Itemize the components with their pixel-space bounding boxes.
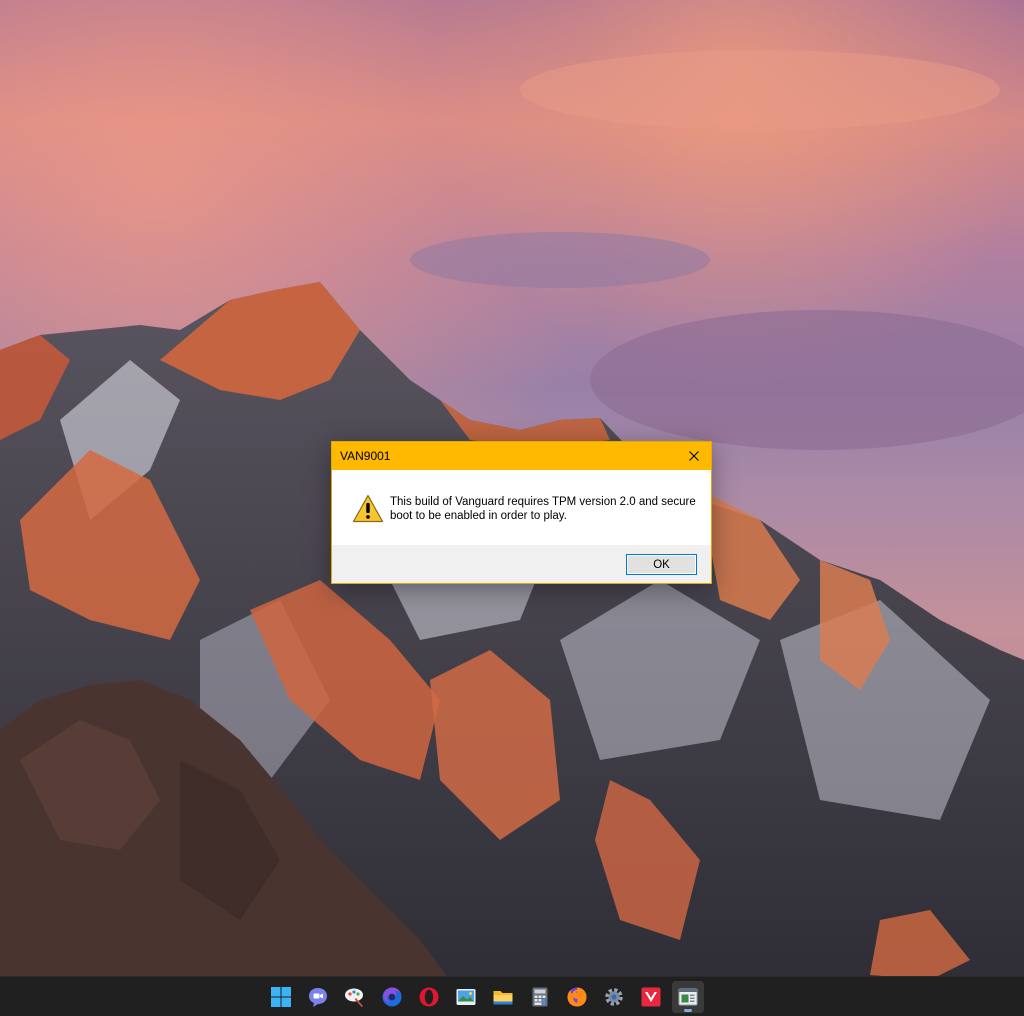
taskbar-paint[interactable]: [339, 981, 371, 1013]
close-icon: [689, 451, 699, 461]
settings-icon: [605, 988, 623, 1006]
taskbar-active-app[interactable]: [672, 981, 704, 1013]
taskbar-photo-viewer[interactable]: [450, 981, 482, 1013]
taskbar-file-explorer[interactable]: [487, 981, 519, 1013]
warning-icon: [352, 494, 384, 523]
dialog-title: VAN9001: [340, 449, 391, 463]
start-button[interactable]: [265, 981, 297, 1013]
taskbar-opera[interactable]: [413, 981, 445, 1013]
dialog-message: This build of Vanguard requires TPM vers…: [390, 496, 696, 522]
taskbar-firefox[interactable]: [561, 981, 593, 1013]
start-icon: [271, 987, 291, 1007]
ok-button[interactable]: OK: [626, 554, 697, 575]
taskbar-pinned-apps: [265, 981, 704, 1013]
opera-icon: [419, 987, 439, 1007]
file-explorer-icon: [493, 991, 513, 1005]
taskbar-calculator[interactable]: [524, 981, 556, 1013]
dialog-body: This build of Vanguard requires TPM vers…: [332, 470, 711, 545]
firefox-icon: [567, 987, 587, 1007]
firefox-developer-icon: [382, 987, 402, 1007]
close-button[interactable]: [677, 442, 711, 470]
taskbar-settings[interactable]: [598, 981, 630, 1013]
taskbar-vanguard[interactable]: [635, 981, 667, 1013]
dialog-title-bar[interactable]: VAN9001: [332, 442, 711, 470]
calculator-icon: [532, 987, 548, 1007]
photo-viewer-icon: [456, 989, 476, 1005]
taskbar: [0, 976, 1024, 1016]
app-window-icon: [678, 988, 698, 1006]
paint-icon: [345, 988, 363, 1007]
vanguard-icon: [641, 987, 661, 1007]
desktop: VAN9001 This build of Vanguard requires …: [0, 0, 1024, 1016]
taskbar-chat[interactable]: [302, 981, 334, 1013]
dialog-footer: OK: [332, 545, 711, 583]
error-dialog: VAN9001 This build of Vanguard requires …: [331, 441, 712, 584]
chat-icon: [309, 988, 327, 1007]
taskbar-firefox-developer[interactable]: [376, 981, 408, 1013]
